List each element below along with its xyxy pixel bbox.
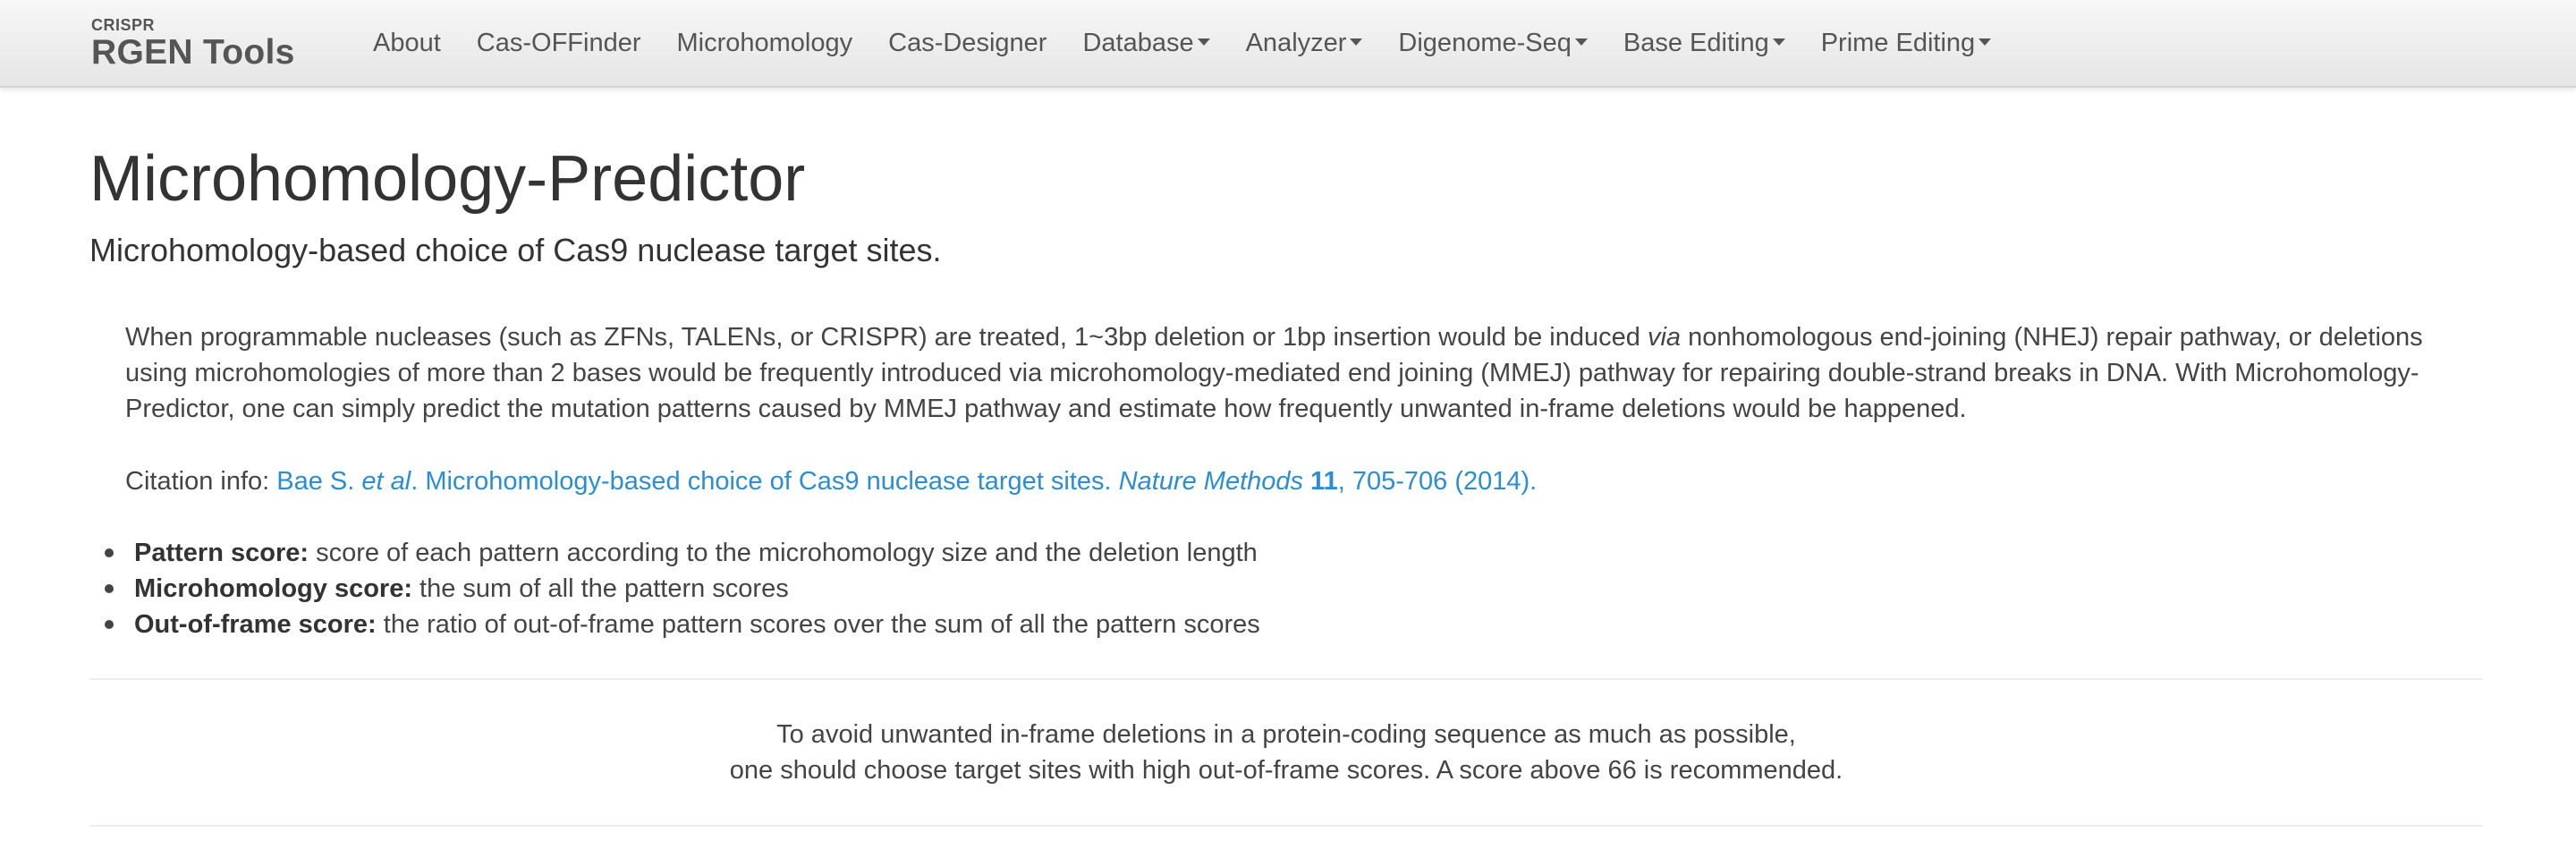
nav-base-editing-label: Base Editing: [1623, 29, 1769, 57]
definition-text: the ratio of out-of-frame pattern scores…: [376, 610, 1260, 639]
citation-info: Citation info: Bae S. et al. Microhomolo…: [125, 463, 1537, 499]
citation-title: . Microhomology-based choice of Cas9 nuc…: [411, 467, 1119, 496]
description-part1: When programmable nucleases (such as ZFN…: [125, 323, 1648, 352]
page-title: Microhomology-Predictor: [89, 143, 806, 215]
citation-link[interactable]: Bae S. et al. Microhomology-based choice…: [276, 467, 1537, 496]
citation-label: Citation info:: [125, 467, 277, 496]
nav-cas-designer-label: Cas-Designer: [888, 29, 1047, 57]
caret-down-icon: [1350, 38, 1363, 47]
nav-analyzer-dropdown[interactable]: Analyzer: [1228, 0, 1381, 86]
caret-down-icon: [1979, 38, 1992, 47]
nav-cas-offinder-label: Cas-OFFinder: [476, 29, 641, 57]
caret-down-icon: [1574, 38, 1588, 47]
brand-small-text: CRISPR: [91, 16, 156, 34]
definition-text: the sum of all the pattern scores: [412, 574, 789, 603]
main-nav: About Cas-OFFinder Microhomology Cas-Des…: [355, 0, 2009, 86]
nav-digenome-seq-label: Digenome-Seq: [1398, 29, 1572, 57]
nav-cas-designer[interactable]: Cas-Designer: [870, 0, 1064, 86]
definition-term: Microhomology score:: [134, 574, 412, 603]
list-item: Microhomology score: the sum of all the …: [105, 571, 1260, 607]
brand-main-text: RGEN Tools: [91, 33, 295, 72]
divider-bottom: [89, 825, 2483, 827]
nav-database-dropdown[interactable]: Database: [1064, 0, 1227, 86]
nav-base-editing-dropdown[interactable]: Base Editing: [1606, 0, 1803, 86]
divider-top: [89, 678, 2483, 680]
recommendation-note: To avoid unwanted in-frame deletions in …: [89, 717, 2483, 788]
page-subtitle: Microhomology-based choice of Cas9 nucle…: [89, 232, 942, 268]
nav-about[interactable]: About: [355, 0, 459, 86]
list-item: Out-of-frame score: the ratio of out-of-…: [105, 607, 1260, 642]
citation-pages: , 705-706 (2014).: [1337, 467, 1538, 496]
definition-term: Out-of-frame score:: [134, 610, 377, 639]
citation-journal: Nature Methods: [1118, 467, 1304, 496]
nav-cas-offinder[interactable]: Cas-OFFinder: [459, 0, 659, 86]
nav-database-label: Database: [1082, 29, 1194, 57]
definition-term: Pattern score:: [134, 539, 309, 567]
brand-logo[interactable]: CRISPR RGEN Tools: [91, 16, 295, 71]
score-definitions-list: Pattern score: score of each pattern acc…: [105, 535, 1260, 642]
nav-microhomology-label: Microhomology: [676, 29, 853, 57]
list-item: Pattern score: score of each pattern acc…: [105, 535, 1260, 571]
nav-about-label: About: [373, 29, 441, 57]
top-navbar: CRISPR RGEN Tools About Cas-OFFinder Mic…: [0, 0, 2576, 88]
citation-authors: Bae S.: [276, 467, 362, 496]
description-paragraph: When programmable nucleases (such as ZFN…: [125, 319, 2433, 427]
definition-text: score of each pattern according to the m…: [309, 539, 1258, 567]
nav-prime-editing-label: Prime Editing: [1820, 29, 1976, 57]
nav-analyzer-label: Analyzer: [1245, 29, 1347, 57]
note-line-2: one should choose target sites with high…: [729, 756, 1843, 785]
citation-etal: et al: [361, 467, 411, 496]
caret-down-icon: [1197, 38, 1210, 47]
nav-microhomology[interactable]: Microhomology: [659, 0, 871, 86]
caret-down-icon: [1772, 38, 1785, 47]
note-line-1: To avoid unwanted in-frame deletions in …: [776, 720, 1796, 749]
nav-digenome-seq-dropdown[interactable]: Digenome-Seq: [1380, 0, 1605, 86]
description-via: via: [1647, 323, 1682, 352]
nav-prime-editing-dropdown[interactable]: Prime Editing: [1803, 0, 2009, 86]
citation-volume: 11: [1310, 467, 1338, 496]
